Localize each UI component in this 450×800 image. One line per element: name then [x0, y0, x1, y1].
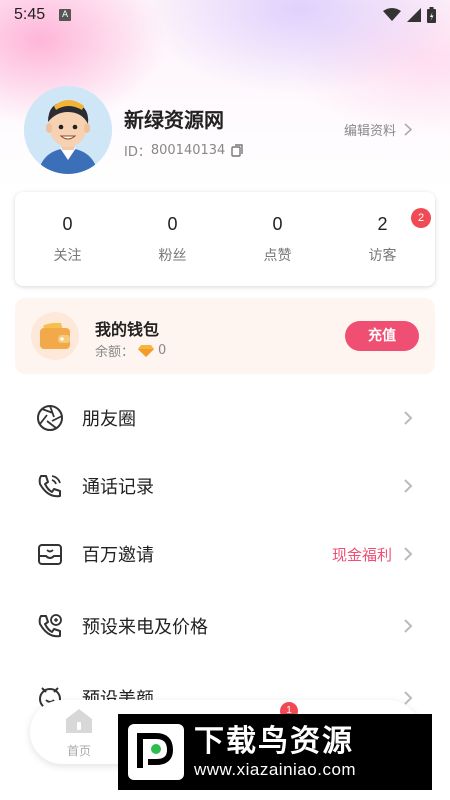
chevron-right-icon: [404, 123, 412, 136]
stat-value: 0: [62, 214, 73, 234]
user-id-label: ID：: [124, 145, 151, 160]
phone-price-icon: [38, 614, 62, 638]
copy-icon[interactable]: [231, 144, 244, 157]
chevron-right-icon: [404, 411, 413, 425]
status-icons: [383, 7, 436, 23]
stat-likes[interactable]: 0 点赞: [225, 192, 330, 286]
status-time: 5:45: [14, 6, 46, 23]
watermark-url: www.xiazainiao.com: [194, 760, 357, 779]
wallet-icon-circle: [31, 312, 79, 360]
nickname: 新绿资源网: [124, 108, 224, 132]
menu-item-call-price[interactable]: 预设来电及价格: [0, 588, 450, 664]
stat-label: 点赞: [263, 248, 292, 264]
notification-icon: A: [59, 9, 72, 21]
menu-item-call-records[interactable]: 通话记录: [0, 452, 450, 520]
invite-icon: [38, 544, 62, 565]
status-bar: 5:45 A: [0, 0, 450, 30]
chevron-right-icon: [404, 547, 413, 561]
tab-home-label: 首页: [66, 744, 91, 758]
menu-item-moments[interactable]: 朋友圈: [0, 384, 450, 452]
stat-following[interactable]: 0 关注: [15, 192, 120, 286]
stat-label: 粉丝: [158, 248, 187, 264]
tab-home[interactable]: 首页: [64, 708, 94, 759]
menu-label: 通话记录: [82, 477, 154, 498]
stat-label: 关注: [53, 248, 82, 264]
menu-label: 朋友圈: [82, 409, 136, 430]
profile-header: 新绿资源网 ID： 800140134 编辑资料: [24, 86, 426, 176]
aperture-icon: [37, 405, 63, 431]
menu-label: 百万邀请: [82, 545, 154, 566]
stat-fans[interactable]: 0 粉丝: [120, 192, 225, 286]
stat-value: 0: [272, 214, 283, 234]
avatar[interactable]: [24, 86, 112, 174]
home-icon: [66, 709, 92, 733]
watermark-banner: 下载鸟资源 www.xiazainiao.com: [118, 714, 432, 790]
stats-card: 0 关注 0 粉丝 0 点赞 2 访客 2: [15, 192, 435, 286]
balance-value: 0: [158, 343, 167, 358]
watermark-text: 下载鸟资源 www.xiazainiao.com: [194, 724, 356, 780]
edit-profile-label: 编辑资料: [343, 124, 396, 139]
signal-icon: [407, 8, 421, 22]
stat-visitors[interactable]: 2 访客 2: [330, 192, 435, 286]
wallet-icon: [40, 323, 70, 349]
watermark-title: 下载鸟资源: [194, 724, 354, 759]
avatar-image: [24, 86, 112, 174]
stat-value: 0: [167, 214, 178, 234]
edit-profile-link[interactable]: 编辑资料: [344, 120, 412, 139]
wifi-icon: [383, 8, 401, 21]
wallet-card[interactable]: 我的钱包 余额： 0 充值: [15, 298, 435, 374]
user-id-value: 800140134: [150, 143, 226, 158]
chevron-right-icon: [404, 479, 413, 493]
cash-welfare-tag: 现金福利: [331, 545, 392, 564]
menu-item-invite[interactable]: 百万邀请 现金福利: [0, 520, 450, 588]
recharge-button[interactable]: 充值: [345, 321, 419, 351]
battery-icon: [427, 7, 436, 23]
stat-label: 访客: [368, 248, 397, 264]
visitor-badge: 2: [411, 208, 431, 228]
user-id: ID： 800140134: [124, 141, 244, 160]
menu-label: 预设来电及价格: [82, 617, 208, 638]
chevron-right-icon: [404, 619, 413, 633]
watermark-logo: [128, 724, 184, 780]
diamond-icon: [138, 344, 155, 357]
wallet-balance: 余额： 0: [95, 341, 166, 360]
menu-list: 朋友圈 通话记录 百万邀请 现金福利 预设来电及价格: [0, 384, 450, 732]
wallet-title: 我的钱包: [95, 320, 160, 339]
phone-call-icon: [38, 475, 61, 498]
balance-label: 余额：: [95, 345, 135, 360]
